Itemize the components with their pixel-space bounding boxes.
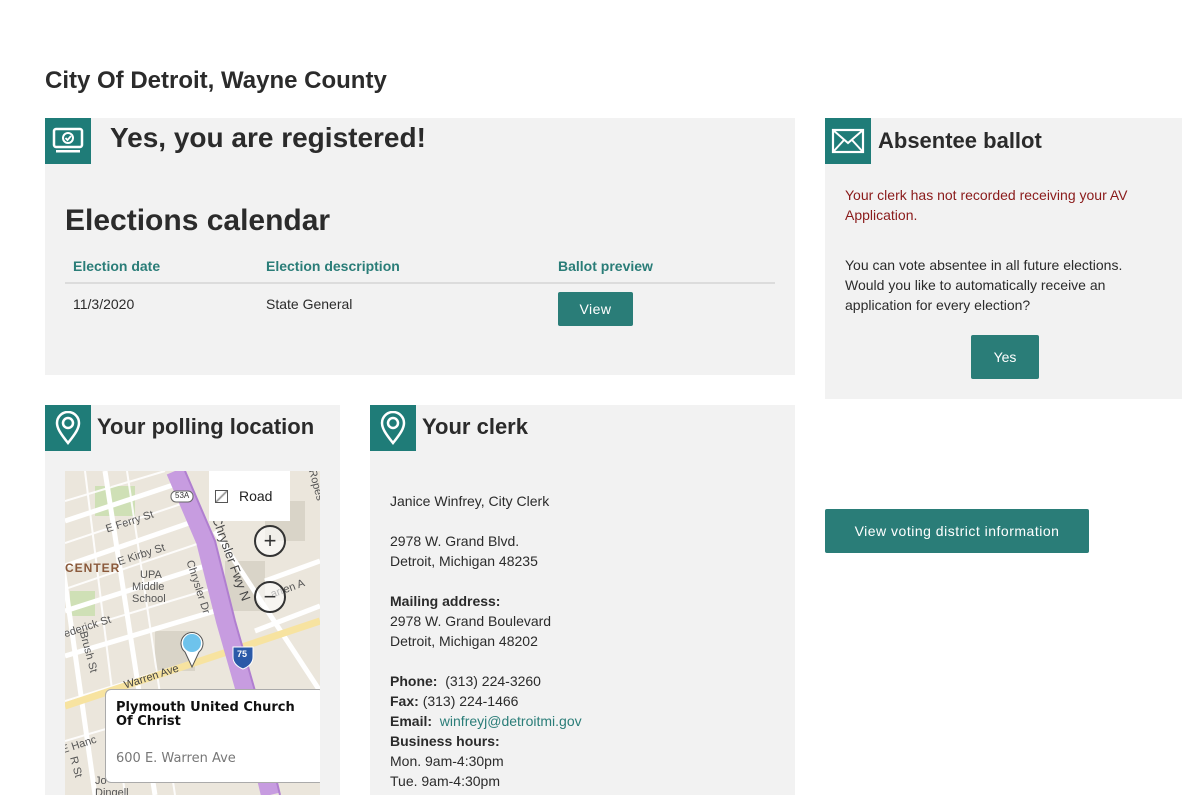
registration-panel: Yes, you are registered! Elections calen… (45, 118, 795, 375)
clerk-panel: Your clerk Janice Winfrey, City Clerk 29… (370, 405, 795, 795)
election-date: 11/3/2020 (73, 296, 135, 312)
clerk-phone: (313) 224-3260 (445, 673, 541, 689)
map-label-school: School (132, 593, 166, 605)
absentee-warning: Your clerk has not recorded receiving yo… (845, 187, 1128, 223)
view-ballot-button[interactable]: View (558, 292, 633, 326)
polling-place-address: 600 E. Warren Ave (116, 751, 236, 766)
clerk-details: Janice Winfrey, City Clerk 2978 W. Grand… (390, 491, 582, 791)
location-pin-icon (370, 405, 416, 451)
map-style-label: Road (239, 488, 273, 504)
clerk-address-line1: 2978 W. Grand Blvd. (390, 533, 520, 549)
mailing-address-line1: 2978 W. Grand Boulevard (390, 613, 552, 629)
email-label: Email: (390, 713, 433, 729)
map-marker-pin-icon[interactable] (179, 632, 205, 673)
view-district-button[interactable]: View voting district information (825, 509, 1089, 553)
elections-table: Election date Election description Ballo… (65, 250, 775, 326)
column-header-date: Election date (73, 258, 161, 274)
location-infobox: Plymouth United Church Of Christ 600 E. … (105, 689, 320, 783)
mailing-address-line2: Detroit, Michigan 48202 (390, 633, 538, 649)
polling-place-name: Plymouth United Church Of Christ (116, 700, 295, 729)
road-map-icon (215, 489, 228, 503)
map-label-middle: Middle (132, 581, 165, 593)
clerk-name: Janice Winfrey, City Clerk (390, 493, 550, 509)
fax-label: Fax: (390, 693, 419, 709)
absentee-heading: Absentee ballot (878, 128, 1042, 153)
column-header-description: Election description (266, 258, 400, 274)
clerk-fax: (313) 224-1466 (422, 693, 519, 709)
zoom-out-button[interactable]: − (254, 581, 286, 613)
clerk-address-line2: Detroit, Michigan 48235 (390, 553, 538, 569)
polling-location-panel: Your polling location 53A 75 E Ferry St … (45, 405, 340, 795)
absentee-yes-button[interactable]: Yes (971, 335, 1039, 379)
table-header: Election date Election description Ballo… (65, 250, 775, 284)
polling-map[interactable]: 53A 75 E Ferry St E Kirby St CENTER UPA … (65, 471, 320, 795)
elections-calendar-title: Elections calendar (65, 204, 331, 237)
map-label-upa: UPA (140, 569, 162, 581)
mailing-address-label: Mailing address: (390, 593, 501, 609)
clerk-email-link[interactable]: winfreyj@detroitmi.gov (440, 713, 582, 729)
zoom-in-button[interactable]: + (254, 525, 286, 557)
map-style-toggle[interactable]: Road (209, 471, 290, 521)
business-hours-monday: Mon. 9am-4:30pm (390, 753, 504, 769)
election-description: State General (266, 296, 353, 312)
map-label-center: CENTER (65, 561, 121, 575)
map-label-i75: 75 (237, 649, 248, 659)
envelope-icon (825, 118, 871, 164)
table-row: 11/3/2020 State General View (65, 284, 775, 326)
business-hours-label: Business hours: (390, 733, 500, 749)
absentee-description: You can vote absentee in all future elec… (845, 257, 1123, 313)
column-header-ballot: Ballot preview (558, 258, 653, 274)
map-label-dingell: Dingell (95, 787, 129, 795)
polling-location-heading: Your polling location (97, 414, 315, 439)
absentee-panel: Absentee ballot Your clerk has not recor… (825, 118, 1182, 399)
business-hours-tuesday: Tue. 9am-4:30pm (390, 773, 500, 789)
location-pin-icon (45, 405, 91, 451)
phone-label: Phone: (390, 673, 438, 689)
page-title: City Of Detroit, Wayne County (45, 67, 387, 94)
registration-status-heading: Yes, you are registered! (110, 122, 426, 153)
map-label-53a: 53A (175, 491, 190, 500)
voting-machine-icon (45, 118, 91, 164)
clerk-heading: Your clerk (422, 414, 528, 439)
